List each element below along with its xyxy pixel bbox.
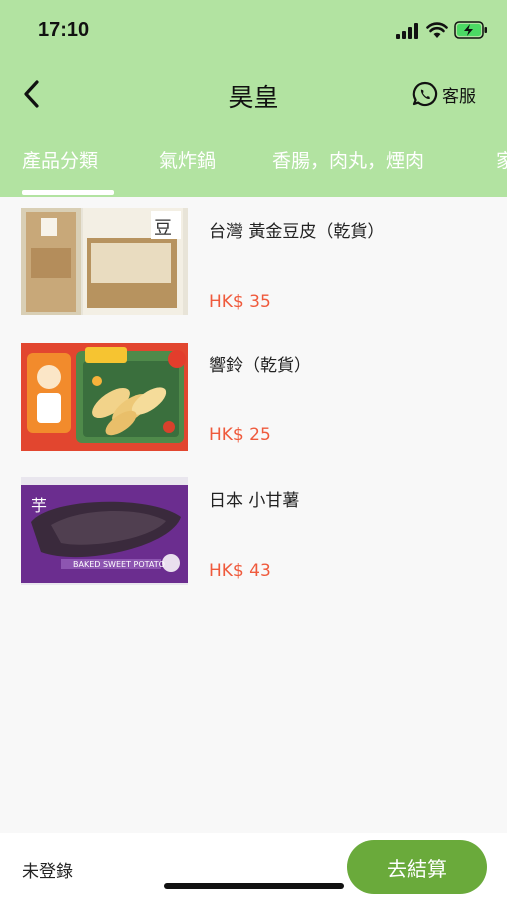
product-item[interactable]: BAKED SWEET POTATO 芋 日本 小甘薯 HK$ 43 xyxy=(0,466,507,586)
product-item[interactable]: 響鈴（乾貨） HK$ 25 xyxy=(0,331,507,451)
battery-charging-icon xyxy=(454,21,487,39)
header: 17:10 昊皇 客服 產品分類 氣炸鍋 香腸，肉丸，煙肉 家 xyxy=(0,0,507,197)
product-image-bean-curd-skin: 豆 xyxy=(21,208,188,315)
svg-text:BAKED SWEET POTATO: BAKED SWEET POTATO xyxy=(73,560,165,569)
svg-text:豆: 豆 xyxy=(154,218,172,239)
login-status[interactable]: 未登錄 xyxy=(22,857,73,882)
nav-bar: 昊皇 客服 xyxy=(0,68,507,120)
wifi-icon xyxy=(426,22,448,38)
product-image-sweet-potato: BAKED SWEET POTATO 芋 xyxy=(21,477,188,585)
active-tab-indicator xyxy=(22,190,114,195)
product-name: 響鈴（乾貨） xyxy=(209,356,311,376)
product-price: HK$ 43 xyxy=(209,561,271,581)
tab-product-categories[interactable]: 產品分類 xyxy=(22,146,98,173)
tab-air-fryer[interactable]: 氣炸鍋 xyxy=(159,146,216,173)
bottom-bar: 未登錄 去結算 xyxy=(0,833,507,900)
status-time: 17:10 xyxy=(38,19,90,41)
product-name: 台灣 黃金豆皮（乾貨） xyxy=(209,222,385,242)
customer-service-button[interactable]: 客服 xyxy=(412,79,476,109)
checkout-button[interactable]: 去結算 xyxy=(347,840,487,894)
product-price: HK$ 35 xyxy=(209,292,271,312)
product-price: HK$ 25 xyxy=(209,425,271,445)
svg-text:芋: 芋 xyxy=(31,496,47,515)
chevron-left-icon xyxy=(24,80,39,108)
product-item[interactable]: 豆 台灣 黃金豆皮（乾貨） HK$ 35 xyxy=(0,197,507,317)
customer-service-label: 客服 xyxy=(442,86,476,107)
category-tabs: 產品分類 氣炸鍋 香腸，肉丸，煙肉 家 xyxy=(0,140,507,197)
home-indicator xyxy=(164,883,344,889)
back-button[interactable] xyxy=(14,76,50,112)
tab-home[interactable]: 家 xyxy=(496,146,507,173)
product-name: 日本 小甘薯 xyxy=(209,491,300,511)
tab-sausage-meatball-bacon[interactable]: 香腸，肉丸，煙肉 xyxy=(272,146,424,173)
cellular-signal-icon xyxy=(396,23,418,39)
status-bar: 17:10 xyxy=(0,0,507,60)
product-image-fried-bean-curd-rolls xyxy=(21,343,188,451)
whatsapp-icon xyxy=(412,81,438,107)
